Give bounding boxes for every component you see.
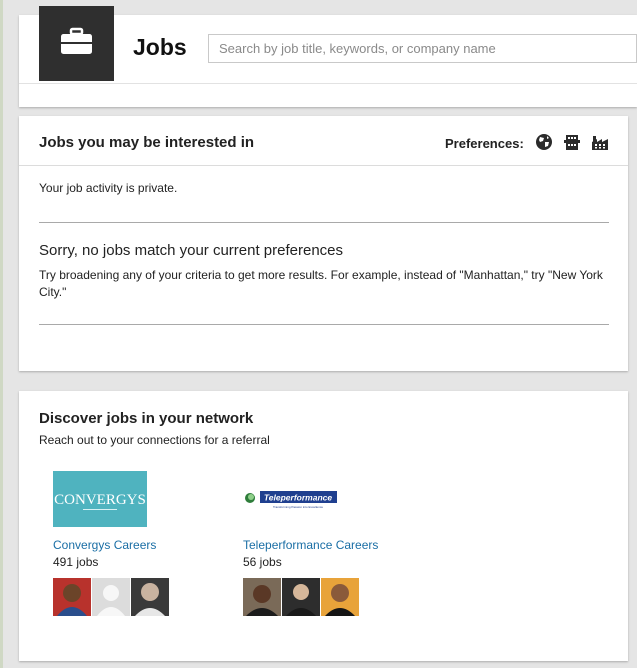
- avatar[interactable]: [53, 578, 91, 616]
- company-job-count: 56 jobs: [243, 555, 282, 569]
- avatar[interactable]: [243, 578, 281, 616]
- avatar[interactable]: [321, 578, 359, 616]
- factory-icon[interactable]: [591, 133, 609, 151]
- left-edge-strip: [0, 0, 3, 668]
- company-link-convergys[interactable]: Convergys Careers: [53, 538, 156, 552]
- teleperformance-logo-tagline: Transforming Passion into Excellence: [273, 505, 323, 509]
- globe-icon[interactable]: [535, 133, 553, 151]
- network-card-title: Discover jobs in your network: [39, 410, 254, 427]
- network-jobs-card: Discover jobs in your network Reach out …: [19, 391, 628, 661]
- teleperformance-logo-text: Teleperformance: [264, 493, 332, 503]
- section-divider: [39, 324, 609, 325]
- avatar-placeholder[interactable]: [92, 578, 130, 616]
- company-job-count: 491 jobs: [53, 555, 99, 569]
- page-title: Jobs: [133, 34, 187, 60]
- network-card-subtitle: Reach out to your connections for a refe…: [39, 433, 270, 447]
- convergys-logo[interactable]: CONVERGYS: [53, 471, 147, 527]
- avatar[interactable]: [131, 578, 169, 616]
- jobs-logo-tile[interactable]: [39, 6, 114, 81]
- interest-card-title: Jobs you may be interested in: [39, 134, 255, 151]
- avatar[interactable]: [282, 578, 320, 616]
- privacy-note: Your job activity is private.: [39, 181, 178, 195]
- building-icon[interactable]: [563, 133, 581, 151]
- jobs-interest-card: Jobs you may be interested in Preference…: [19, 116, 628, 371]
- job-search-input[interactable]: [208, 34, 637, 63]
- no-results-title: Sorry, no jobs match your current prefer…: [39, 242, 344, 259]
- header-divider: [19, 83, 637, 84]
- company-link-teleperformance[interactable]: Teleperformance Careers: [243, 538, 378, 552]
- convergys-logo-text: CONVERGYS: [54, 492, 146, 508]
- teleperformance-logo[interactable]: Teleperformance Transforming Passion int…: [243, 471, 337, 527]
- no-results-hint: Try broadening any of your criteria to g…: [39, 268, 603, 299]
- briefcase-icon: [61, 27, 92, 54]
- section-divider: [39, 222, 609, 223]
- interest-card-divider: [19, 165, 628, 166]
- preferences-label: Preferences:: [445, 136, 524, 151]
